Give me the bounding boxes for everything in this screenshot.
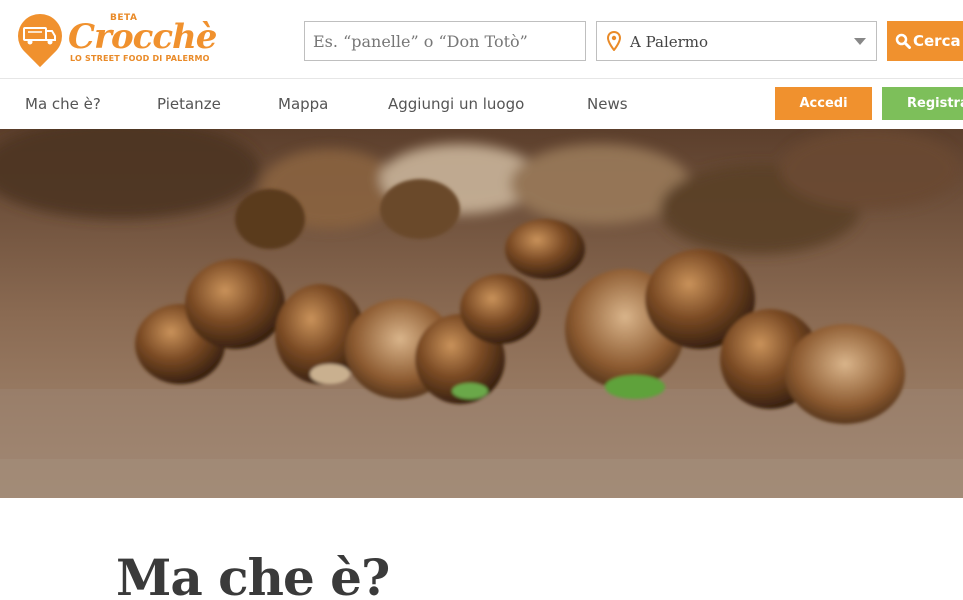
chevron-down-icon: [854, 38, 866, 45]
site-header: BETA Crocchè LO STREET FOOD DI PALERMO A…: [0, 0, 963, 79]
search-icon: [895, 33, 911, 49]
grilled-skewers-photo: [0, 129, 963, 498]
food-truck-icon: [23, 27, 56, 45]
search-button-label: Cerca: [913, 32, 961, 50]
location-select[interactable]: A Palermo: [596, 21, 877, 61]
logo-tagline: LO STREET FOOD DI PALERMO: [70, 54, 210, 63]
nav-item-mappa[interactable]: Mappa: [278, 95, 328, 113]
location-value: A Palermo: [630, 33, 709, 51]
nav-item-pietanze[interactable]: Pietanze: [157, 95, 221, 113]
login-button[interactable]: Accedi: [775, 87, 872, 120]
search-input[interactable]: [304, 21, 586, 61]
hero-image: [0, 129, 963, 498]
search-button[interactable]: Cerca: [887, 21, 963, 61]
nav-item-aggiungi-luogo[interactable]: Aggiungi un luogo: [388, 95, 524, 113]
logo-wordmark: Crocchè: [68, 17, 217, 57]
main-nav: Ma che è? Pietanze Mappa Aggiungi un luo…: [0, 79, 963, 129]
site-logo[interactable]: BETA Crocchè LO STREET FOOD DI PALERMO: [8, 4, 217, 68]
nav-item-news[interactable]: News: [587, 95, 628, 113]
register-button[interactable]: Registrati: [882, 87, 963, 120]
map-pin-icon: [607, 31, 621, 51]
nav-item-ma-che-e[interactable]: Ma che è?: [25, 95, 101, 113]
page-title: Ma che è?: [116, 548, 390, 600]
